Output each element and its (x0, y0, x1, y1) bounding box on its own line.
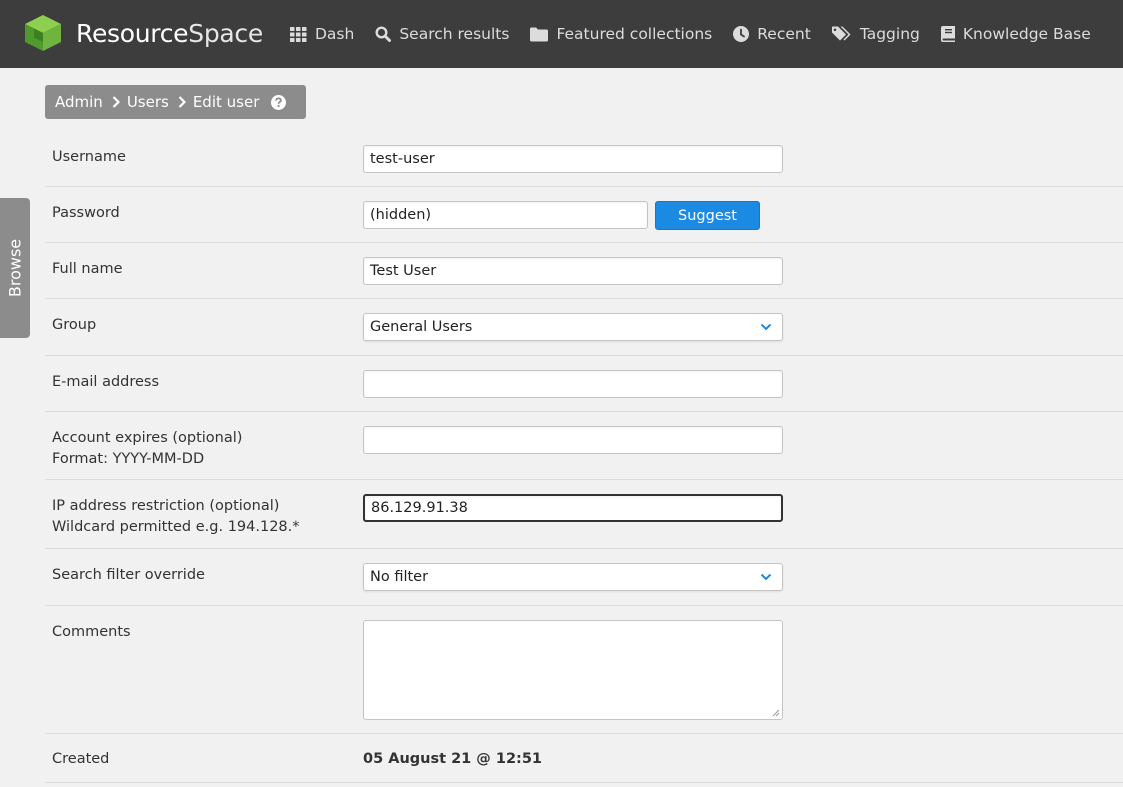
breadcrumb-admin[interactable]: Admin (55, 93, 103, 111)
breadcrumb: Admin Users Edit user (45, 85, 306, 119)
ip-label: IP address restriction (optional) Wildca… (52, 496, 300, 538)
search-filter-label: Search filter override (52, 567, 205, 583)
expires-hint: Format: YYYY-MM-DD (52, 451, 205, 467)
expires-label: Account expires (optional) Format: YYYY-… (52, 428, 242, 470)
row-comments: Comments (45, 606, 1123, 734)
main-nav: Dash Search results Featured collections… (290, 0, 1112, 68)
breadcrumb-edit-user: Edit user (192, 93, 260, 111)
row-email: E-mail address (45, 356, 1123, 412)
username-label: Username (52, 149, 126, 165)
row-group: Group General Users (45, 299, 1123, 356)
row-expires: Account expires (optional) Format: YYYY-… (45, 412, 1123, 480)
row-created: Created 05 August 21 @ 12:51 (45, 734, 1123, 783)
book-icon (940, 26, 955, 42)
username-input[interactable]: test-user (363, 145, 783, 173)
nav-dash[interactable]: Dash (290, 25, 354, 43)
browse-tab-label: Browse (5, 238, 25, 298)
tags-icon (831, 26, 851, 41)
resize-grip-icon[interactable] (772, 709, 780, 717)
nav-recent[interactable]: Recent (733, 25, 811, 43)
created-label: Created (52, 751, 110, 767)
row-password: Password (hidden) Suggest (45, 187, 1123, 243)
chevron-right-icon (112, 96, 120, 108)
search-filter-select[interactable]: No filter (363, 563, 783, 591)
nav-tagging[interactable]: Tagging (831, 25, 920, 43)
edit-user-form: Username test-user Password (hidden) Sug… (45, 131, 1123, 783)
logo[interactable]: ResourceSpace (24, 14, 263, 52)
created-value: 05 August 21 @ 12:51 (363, 751, 543, 767)
suggest-button[interactable]: Suggest (655, 201, 760, 230)
folder-icon (530, 27, 549, 41)
group-select-value: General Users (370, 319, 473, 335)
expires-input[interactable] (363, 426, 783, 454)
chevron-down-icon (760, 573, 772, 581)
chevron-right-icon (178, 96, 186, 108)
help-icon[interactable] (271, 94, 287, 110)
email-label: E-mail address (52, 374, 160, 390)
group-select[interactable]: General Users (363, 313, 783, 341)
group-label: Group (52, 317, 97, 333)
chevron-down-icon (760, 323, 772, 331)
email-input[interactable] (363, 370, 783, 398)
clock-icon (733, 26, 750, 42)
search-icon (375, 26, 392, 42)
ip-hint: Wildcard permitted e.g. 194.128.* (52, 519, 300, 535)
ip-input[interactable]: 86.129.91.38 (363, 494, 783, 522)
top-header: ResourceSpace Dash Search results Featur… (0, 0, 1123, 68)
grid-icon (290, 26, 307, 42)
row-ip-restriction: IP address restriction (optional) Wildca… (45, 480, 1123, 549)
browse-tab[interactable]: Browse (0, 198, 30, 338)
row-username: Username test-user (45, 131, 1123, 187)
fullname-input[interactable]: Test User (363, 257, 783, 285)
breadcrumb-users[interactable]: Users (127, 93, 169, 111)
fullname-label: Full name (52, 261, 123, 277)
comments-textarea[interactable] (363, 620, 783, 720)
password-label: Password (52, 205, 120, 221)
search-filter-value: No filter (370, 569, 429, 585)
logo-cube-icon (25, 15, 61, 51)
nav-featured-collections[interactable]: Featured collections (530, 25, 712, 43)
password-input[interactable]: (hidden) (363, 201, 648, 229)
row-search-filter: Search filter override No filter (45, 549, 1123, 606)
comments-label: Comments (52, 624, 131, 640)
nav-search-results[interactable]: Search results (375, 25, 509, 43)
row-fullname: Full name Test User (45, 243, 1123, 299)
nav-knowledge-base[interactable]: Knowledge Base (940, 25, 1091, 43)
logo-text: ResourceSpace (76, 18, 263, 48)
